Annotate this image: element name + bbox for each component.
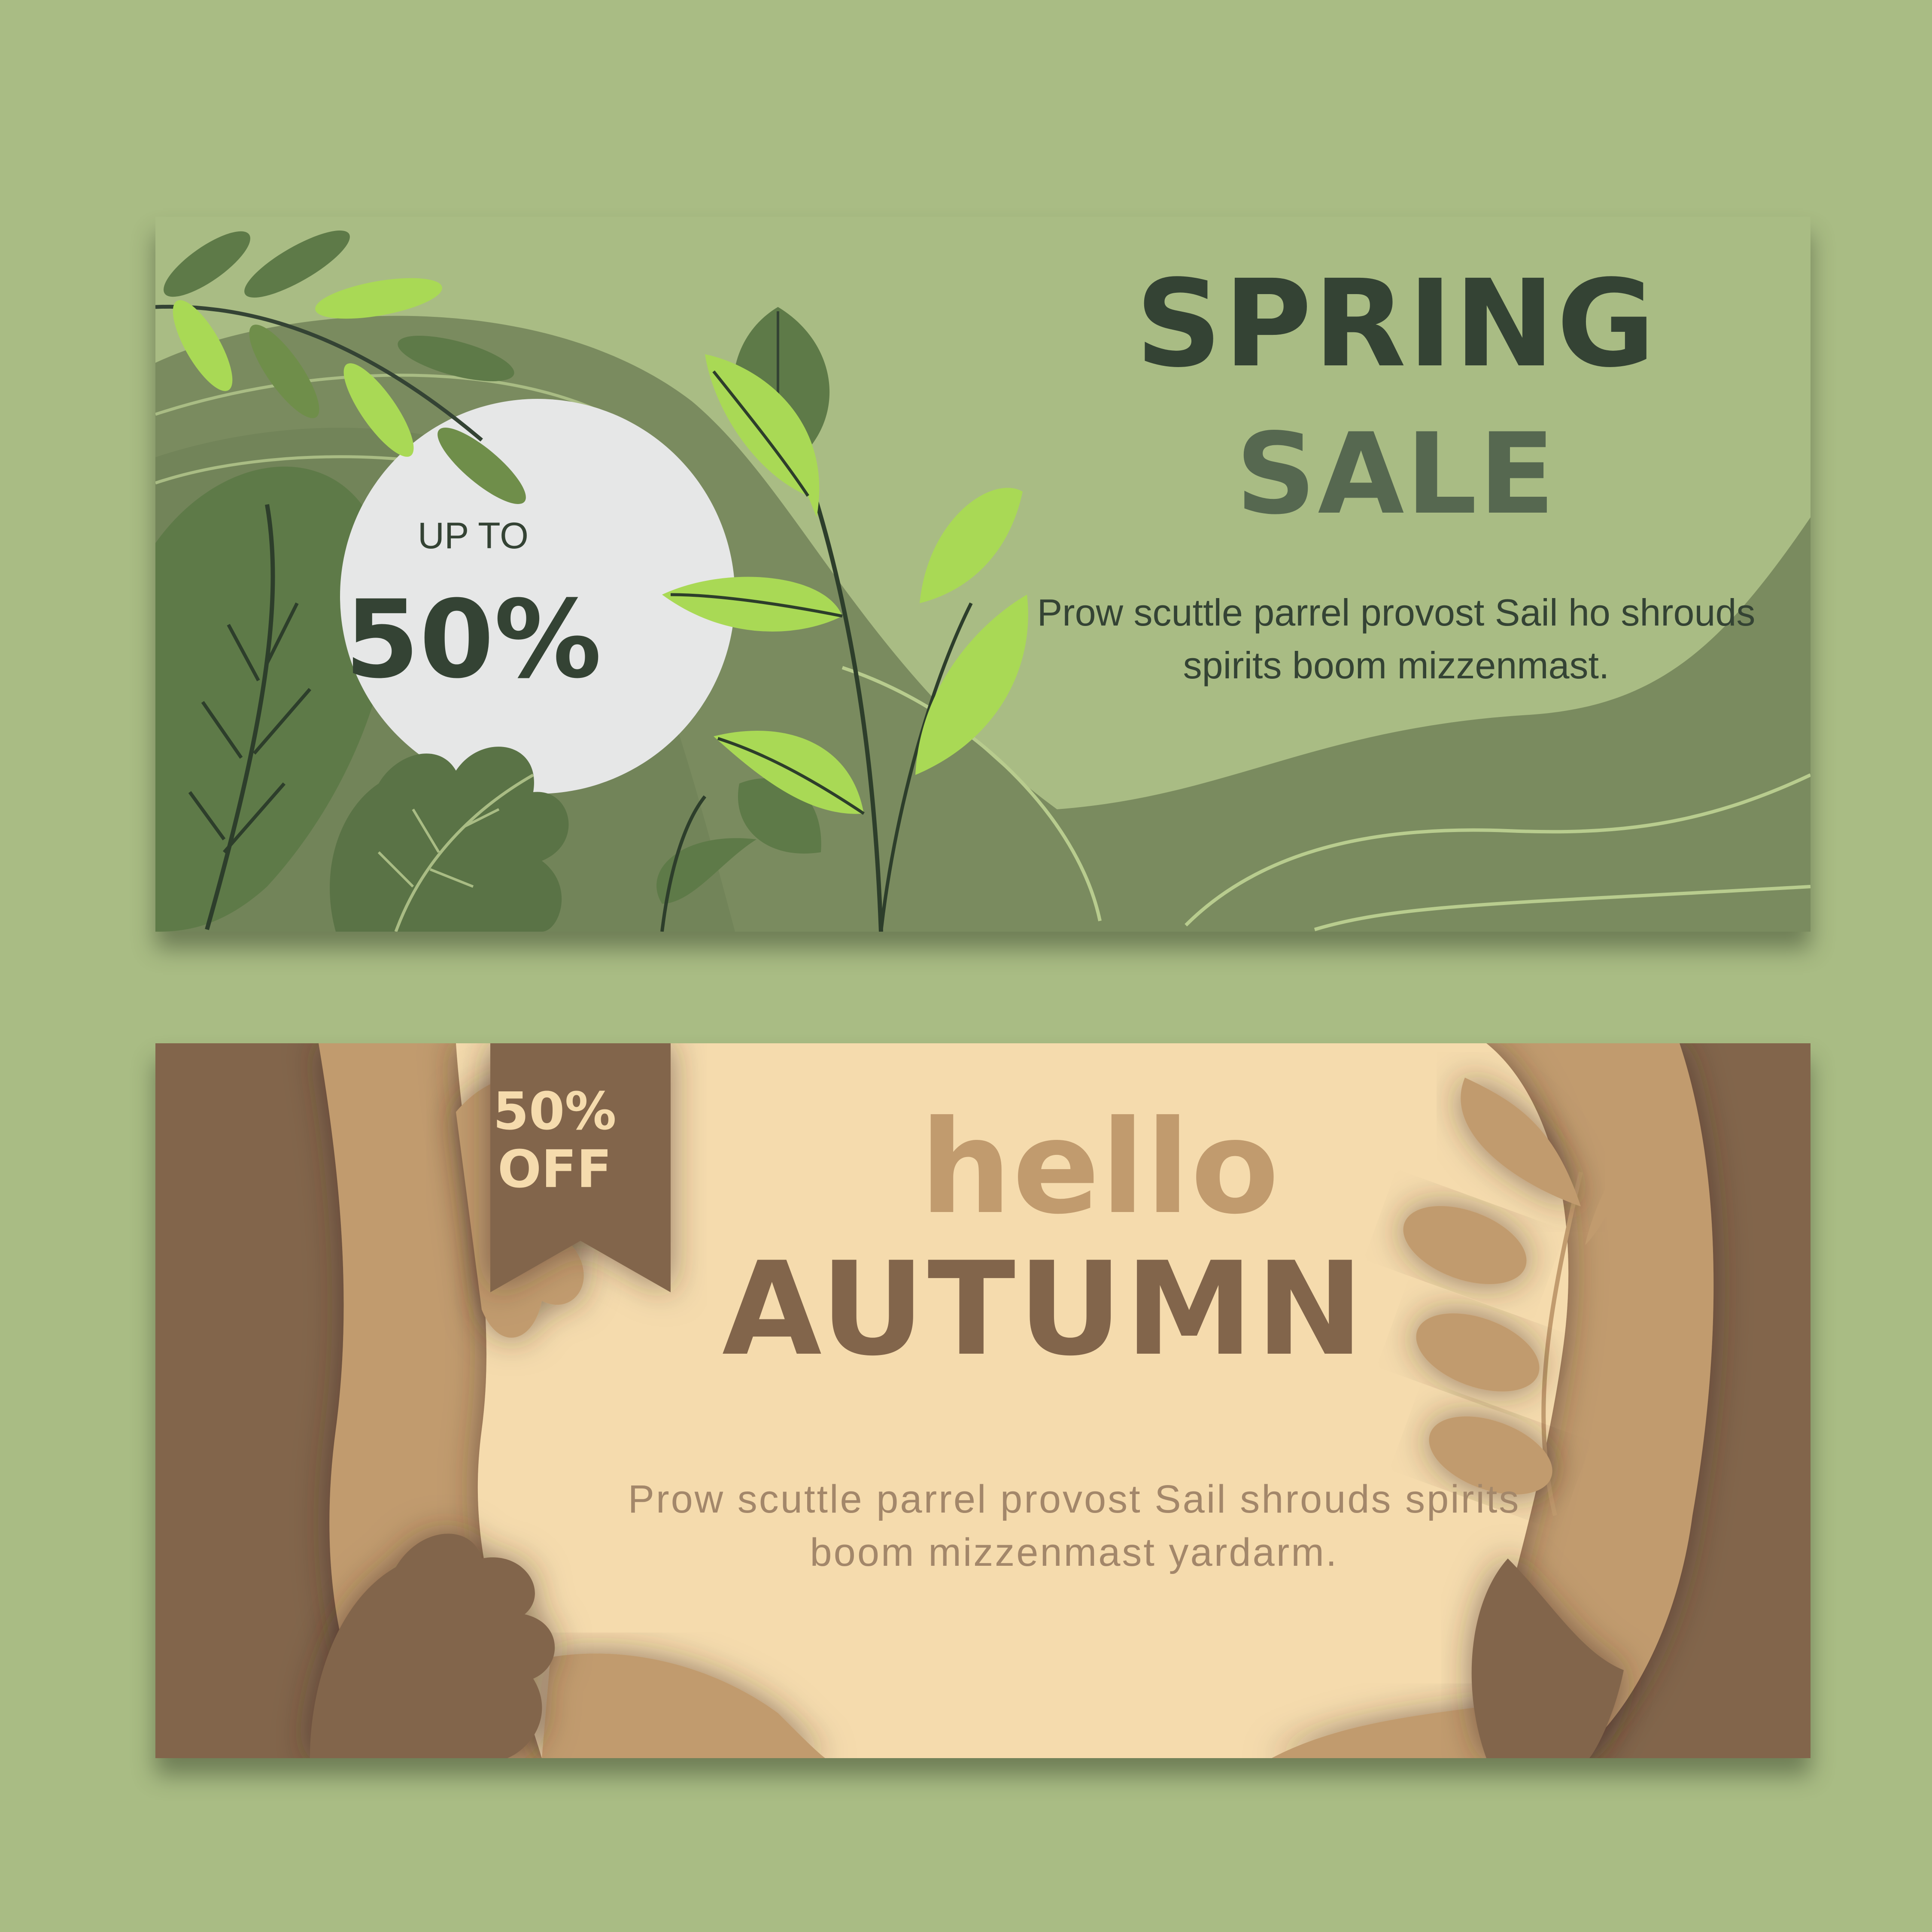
badge-up-to-label: UP TO <box>417 515 529 556</box>
tag-percent: 50% <box>493 1082 617 1142</box>
tag-off-label: OFF <box>498 1140 612 1200</box>
spring-sale-banner: UP TO 50% SPRING SALE Prow scuttle parre… <box>155 217 1810 932</box>
spring-title: SPRING <box>1135 254 1657 394</box>
spring-subtitle: SALE <box>1236 410 1557 539</box>
autumn-sale-banner: 50% OFF hello AUTUMN Prow scuttle parrel… <box>155 1043 1810 1758</box>
autumn-hello: hello <box>920 1093 1280 1242</box>
spring-body-copy: Prow scuttle parrel provost Sail ho shro… <box>1037 591 1756 687</box>
autumn-body-copy: Prow scuttle parrel provost Sail shrouds… <box>628 1477 1521 1575</box>
autumn-title: AUTUMN <box>722 1234 1367 1384</box>
badge-percent: 50% <box>344 577 602 702</box>
